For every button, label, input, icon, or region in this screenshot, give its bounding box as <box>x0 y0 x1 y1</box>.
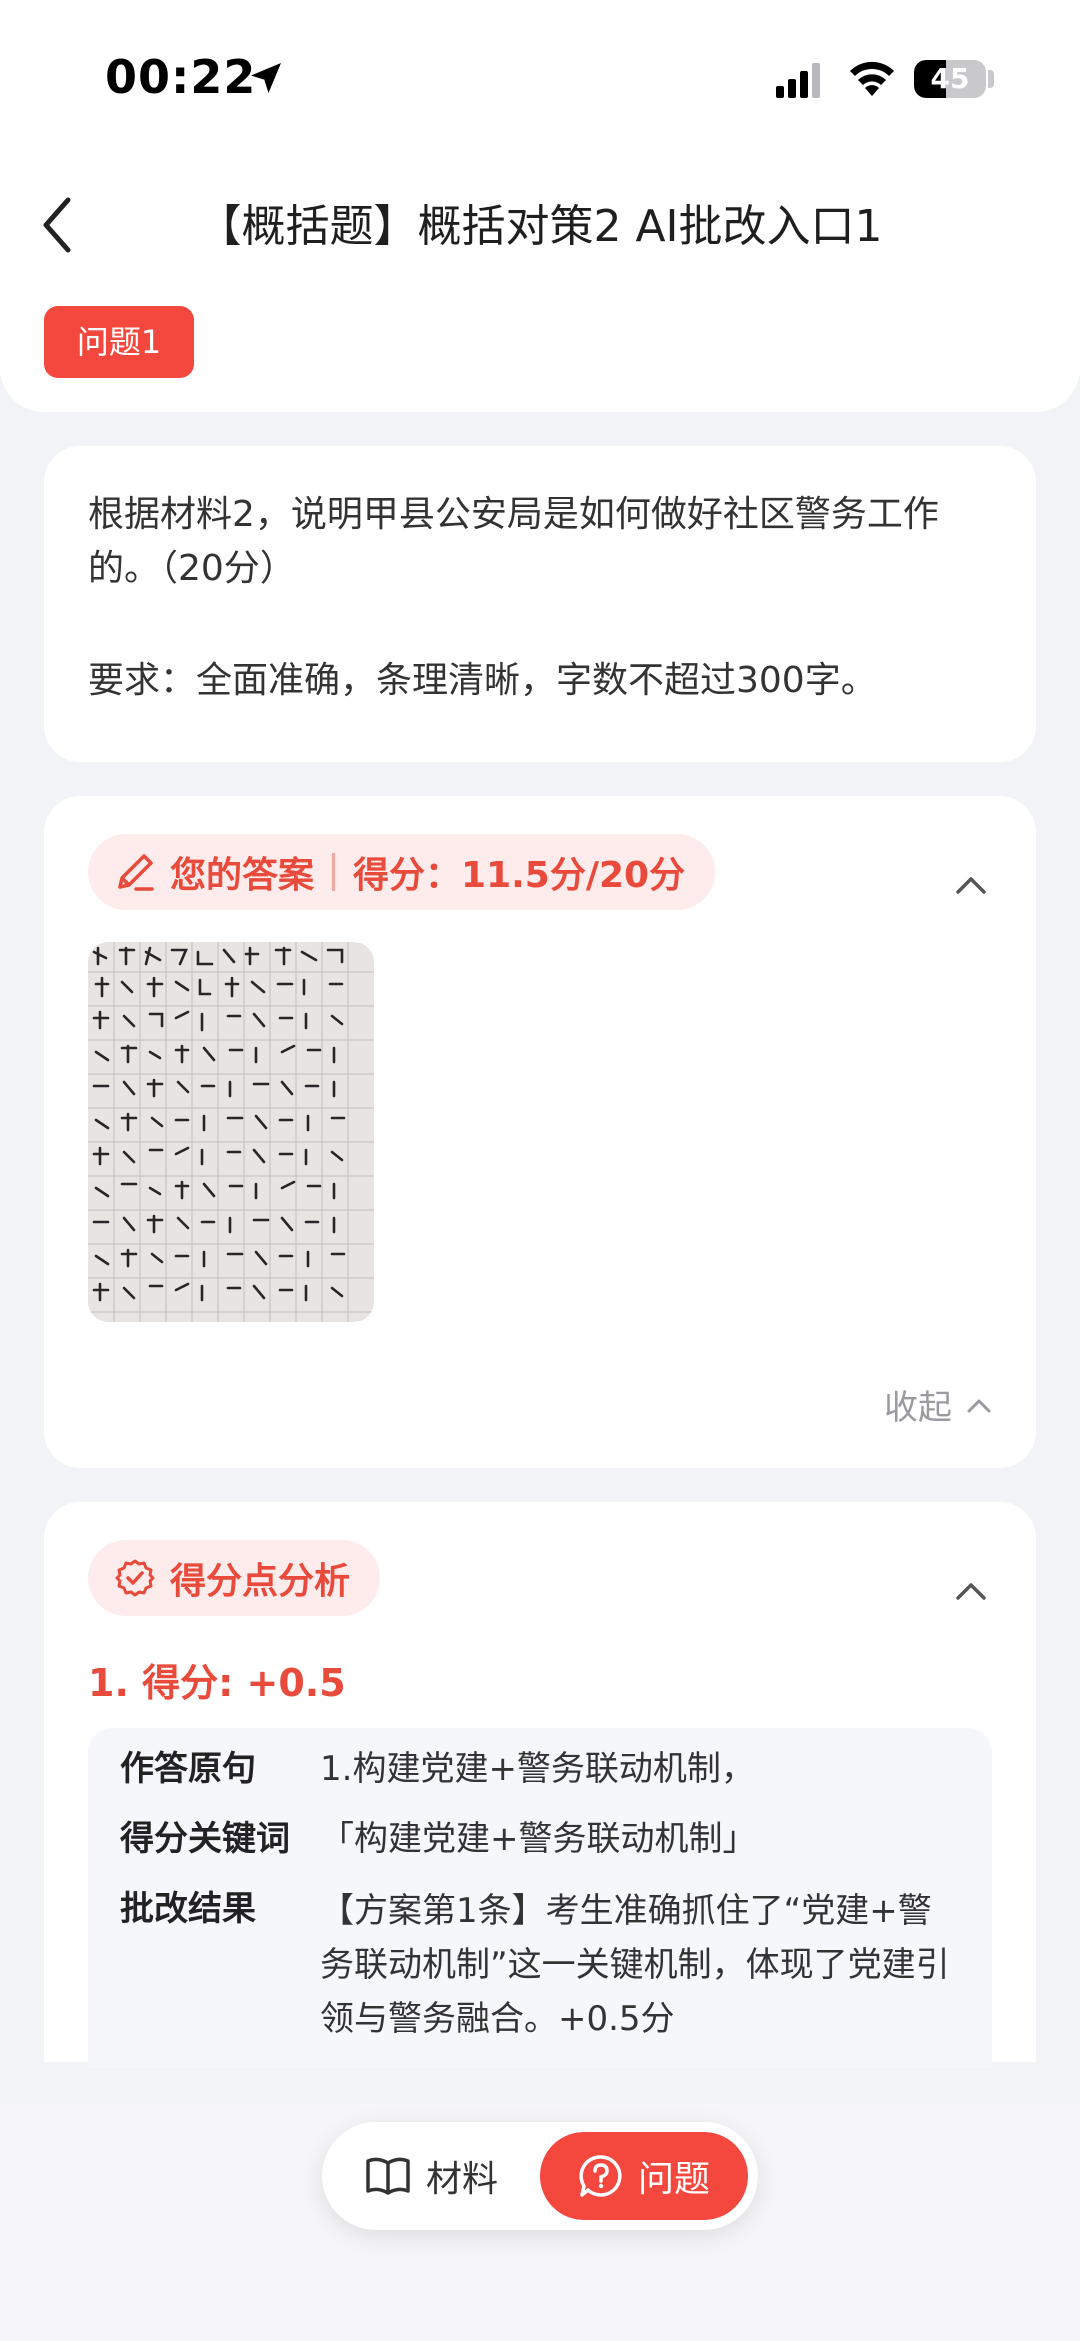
wifi-icon <box>850 61 894 96</box>
check-circle-icon <box>115 1559 155 1597</box>
tab-question[interactable]: 问题 <box>540 2132 748 2220</box>
score-detail-box: 作答原句 1.构建党建+警务联动机制， 得分关键词 「构建党建+警务联动机制」 … <box>88 1728 992 2068</box>
result-value: 【方案第1条】考生准确抓住了“党建+警务联动机制”这一关键机制，体现了党建引领与… <box>320 1891 950 2039</box>
handwriting-thumbnail <box>88 942 374 1322</box>
pill-separator <box>332 853 336 891</box>
analysis-label: 得分点分析 <box>170 1561 351 1602</box>
collapse-chevron-small-icon <box>967 1399 991 1412</box>
bottom-tabbar: 材料 问题 <box>322 2122 758 2230</box>
answer-card: 您的答案 得分：11.5分/20分 收起 <box>44 796 1036 1468</box>
status-time: 00:22 <box>105 50 257 104</box>
question-bubble-icon <box>579 2155 622 2197</box>
tab-material-label: 材料 <box>426 2159 499 2200</box>
question-text: 根据材料2，说明甲县公安局是如何做好社区警务工作的。（20分） <box>88 494 939 589</box>
page-title: 【概括题】概括对策2 AI批改入口1 <box>197 201 883 252</box>
collapse-button[interactable]: 收起 <box>884 1380 992 1429</box>
pen-icon <box>118 854 154 891</box>
result-label: 批改结果 <box>120 1889 256 1929</box>
tab-question-label: 问题 <box>637 2159 710 2200</box>
original-sentence-label: 作答原句 <box>120 1749 256 1789</box>
collapse-label: 收起 <box>884 1388 952 1428</box>
analysis-pill: 得分点分析 <box>88 1540 381 1616</box>
question-card: 根据材料2，说明甲县公安局是如何做好社区警务工作的。（20分） 要求：全面准确，… <box>44 446 1036 762</box>
handwritten-answer-image[interactable] <box>88 942 374 1322</box>
battery-nub <box>988 70 994 88</box>
answer-score: 得分：11.5分/20分 <box>353 855 686 896</box>
answer-label: 您的答案 <box>170 855 315 896</box>
cellular-signal-icon <box>776 63 820 98</box>
analysis-card: 得分点分析 1. 得分: +0.5 作答原句 1.构建党建+警务联动机制， 得分… <box>44 1502 1036 2068</box>
score-item-title: 1. 得分: +0.5 <box>88 1661 346 1705</box>
battery-label: 45 <box>930 62 970 95</box>
book-icon <box>366 2157 410 2195</box>
battery-indicator: 45 <box>914 60 986 98</box>
tab-question-1[interactable]: 问题1 <box>44 306 194 378</box>
question-requirement: 要求：全面准确，条理清晰，字数不超过300字。 <box>88 660 877 701</box>
keyword-label: 得分关键词 <box>120 1819 290 1859</box>
back-chevron-icon[interactable] <box>34 190 82 260</box>
tab-material[interactable]: 材料 <box>364 2122 498 2230</box>
collapse-chevron-icon[interactable] <box>954 874 988 896</box>
answer-score-pill: 您的答案 得分：11.5分/20分 <box>88 834 716 910</box>
analysis-collapse-chevron-icon[interactable] <box>954 1580 988 1602</box>
original-sentence-value: 1.构建党建+警务联动机制， <box>320 1749 755 1789</box>
keyword-value: 「构建党建+警务联动机制」 <box>320 1819 757 1859</box>
location-arrow-icon <box>251 63 281 93</box>
